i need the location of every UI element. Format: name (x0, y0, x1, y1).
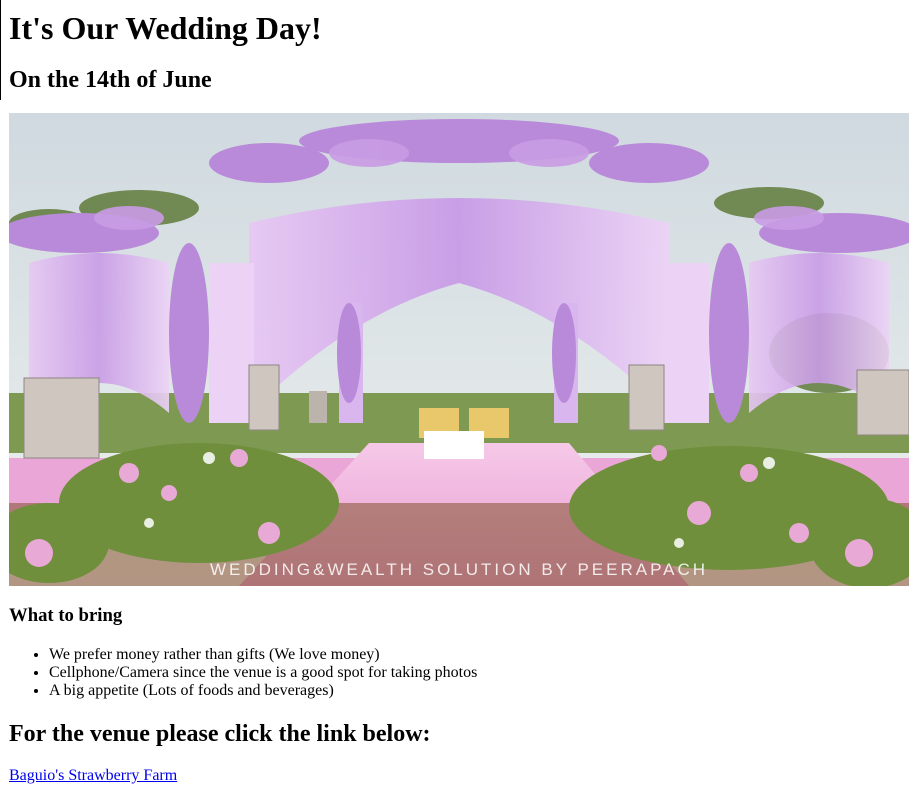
venue-link[interactable]: Baguio's Strawberry Farm (9, 767, 177, 785)
venue-heading: For the venue please click the link belo… (9, 721, 431, 747)
page-left-border (0, 0, 1, 100)
list-item: A big appetite (Lots of foods and bevera… (49, 682, 477, 700)
page-title: It's Our Wedding Day! (9, 10, 322, 46)
image-watermark: WEDDING&WEALTH SOLUTION BY PEERAPACH (210, 560, 708, 579)
what-to-bring-heading: What to bring (9, 605, 123, 626)
list-item: Cellphone/Camera since the venue is a go… (49, 664, 477, 682)
wedding-date: On the 14th of June (9, 67, 212, 93)
what-to-bring-list: We prefer money rather than gifts (We lo… (9, 646, 477, 700)
wedding-venue-image: WEDDING&WEALTH SOLUTION BY PEERAPACH (9, 113, 909, 586)
list-item: We prefer money rather than gifts (We lo… (49, 646, 477, 664)
